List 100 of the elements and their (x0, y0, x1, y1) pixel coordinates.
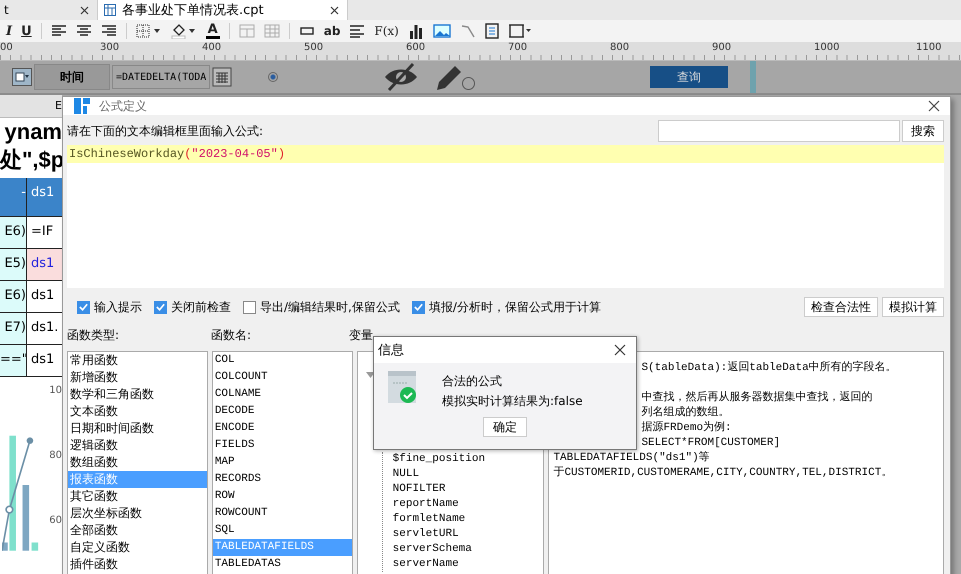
category-item[interactable]: 日期和时间函数 (68, 420, 207, 437)
formula-button[interactable]: F(x) (374, 24, 399, 38)
function-item[interactable]: MAP (212, 454, 352, 471)
function-item[interactable]: ROWCOUNT (212, 505, 352, 522)
category-item[interactable]: 数学和三角函数 (68, 386, 207, 403)
function-item[interactable]: ROW (212, 488, 352, 505)
paragraph-icon[interactable] (349, 24, 366, 38)
description-line: 据源FRDemo为例: (641, 421, 732, 436)
file-tab[interactable]: 各事业处下单情况表.cpt (98, 0, 348, 20)
table-header-cell-text: ds1 (30, 184, 56, 202)
align-center-icon[interactable] (76, 24, 92, 38)
success-check-icon (388, 371, 418, 403)
merge-cells-icon[interactable] (238, 24, 255, 38)
font-color-button[interactable]: A (206, 23, 220, 39)
image-icon[interactable] (432, 24, 451, 38)
checkbox[interactable] (77, 300, 90, 314)
variable-item[interactable]: formletName (392, 512, 544, 527)
variable-item[interactable]: $fine_position (392, 452, 544, 467)
search-field[interactable] (658, 120, 900, 142)
function-item[interactable]: TABLEDATAS (212, 556, 352, 573)
frame-icon[interactable] (508, 23, 532, 39)
category-item[interactable]: 数组函数 (68, 454, 207, 471)
variable-item[interactable]: reportName (392, 497, 544, 512)
ok-button[interactable]: 确定 (483, 417, 527, 437)
calendar-icon[interactable] (212, 67, 232, 87)
border-icon[interactable] (136, 24, 162, 38)
dialog-title: 信息 (378, 342, 404, 359)
function-item[interactable]: COL (212, 352, 352, 369)
dialog-button[interactable]: 模拟计算 (882, 297, 944, 317)
checkbox[interactable] (243, 300, 256, 314)
query-button[interactable]: 查询 (650, 66, 728, 88)
close-icon[interactable] (928, 100, 940, 112)
close-icon[interactable] (330, 6, 339, 14)
category-item[interactable]: 其它函数 (68, 488, 207, 505)
function-item[interactable]: COLNAME (212, 386, 352, 403)
checkbox[interactable] (412, 300, 425, 314)
table-cell: E5) (0, 249, 27, 280)
ruler-label: 00 (0, 42, 14, 54)
parameter-label: 时间 (34, 64, 110, 90)
variable-item[interactable]: serverSchema (392, 542, 544, 557)
option-checkbox[interactable]: 关闭前检查 (154, 298, 231, 316)
dialog-title: 公式定义 (99, 98, 147, 114)
formula-editor[interactable]: IsChineseWorkday("2023-04-05") (67, 145, 944, 288)
table-cell-text: =IF (30, 223, 54, 241)
italic-button[interactable]: I (6, 24, 12, 38)
eye-slash-icon[interactable] (383, 62, 419, 92)
category-item[interactable]: 自定义函数 (68, 539, 207, 556)
option-checkbox[interactable]: 输入提示 (77, 298, 142, 316)
grid-file-icon (104, 4, 116, 16)
table-cell: ds1 (27, 249, 62, 280)
checkbox[interactable] (154, 300, 167, 314)
radio-button[interactable] (268, 72, 278, 82)
category-item[interactable]: 层次坐标函数 (68, 505, 207, 522)
category-item[interactable]: 逻辑函数 (68, 437, 207, 454)
axis-label: 10 (49, 385, 62, 396)
category-item[interactable]: 全部函数 (68, 522, 207, 539)
variable-item[interactable]: NOFILTER (392, 482, 544, 497)
variable-item[interactable]: serverName (392, 557, 544, 572)
instruction-text: 请在下面的文本编辑框里面输入公式: (67, 122, 264, 140)
sheet-title-text: ynam (4, 118, 62, 146)
function-item[interactable]: SQL (212, 522, 352, 539)
table-cell: E6) (0, 281, 27, 312)
category-item[interactable]: 常用函数 (68, 352, 207, 369)
list-heading: 函数名: (211, 327, 252, 344)
line-icon[interactable] (460, 24, 476, 38)
search-button[interactable]: 搜索 (902, 120, 944, 142)
category-item[interactable]: 文本函数 (68, 403, 207, 420)
table-cell-text: ds1 (30, 287, 56, 305)
date-field[interactable]: =DATEDELTA(TODA (112, 65, 210, 89)
table-cell-text: ds1 (30, 351, 56, 369)
caret-icon[interactable] (366, 372, 375, 378)
category-item[interactable]: 新增函数 (68, 369, 207, 386)
description-line: 中查找，然后再从服务器数据集中查找，返回的 (641, 391, 872, 406)
paint-bucket-icon[interactable] (170, 23, 197, 39)
table-cell: E6) (0, 217, 27, 248)
description-line: 于CUSTOMERID,CUSTOMERAME,CITY,COUNTRY,TEL,DISTRICT。 (553, 466, 892, 481)
scroll-stripe (750, 61, 756, 93)
category-item[interactable]: 插件函数 (68, 556, 207, 573)
align-left-icon[interactable] (50, 24, 67, 38)
variable-item[interactable]: NULL (392, 467, 544, 482)
ruler-label: 1000 (814, 42, 840, 54)
close-icon[interactable] (614, 344, 626, 356)
function-item[interactable]: ENCODE (212, 420, 352, 437)
align-right-icon[interactable] (100, 24, 117, 38)
document-icon[interactable] (484, 23, 499, 39)
option-checkbox[interactable]: 填报/分析时，保留公式用于计算 (412, 298, 601, 316)
toggle-icon[interactable] (12, 68, 32, 86)
ruler-label: 600 (406, 42, 426, 54)
close-icon[interactable] (80, 6, 89, 14)
bar-chart-icon[interactable] (408, 23, 424, 39)
description-line: SELECT*FROM[CUSTOMER] (641, 436, 780, 451)
underline-button[interactable]: U (21, 24, 32, 38)
function-item[interactable]: COLCOUNT (212, 369, 352, 386)
dialog-button[interactable]: 检查合法性 (804, 297, 878, 317)
text-button[interactable]: ab (324, 24, 340, 38)
function-item[interactable]: FIELDS (212, 437, 352, 454)
function-item[interactable]: DECODE (212, 403, 352, 420)
option-checkbox[interactable]: 导出/编辑结果时,保留公式 (243, 298, 400, 316)
function-item[interactable]: RECORDS (212, 471, 352, 488)
variable-item[interactable]: servletURL (392, 527, 544, 542)
